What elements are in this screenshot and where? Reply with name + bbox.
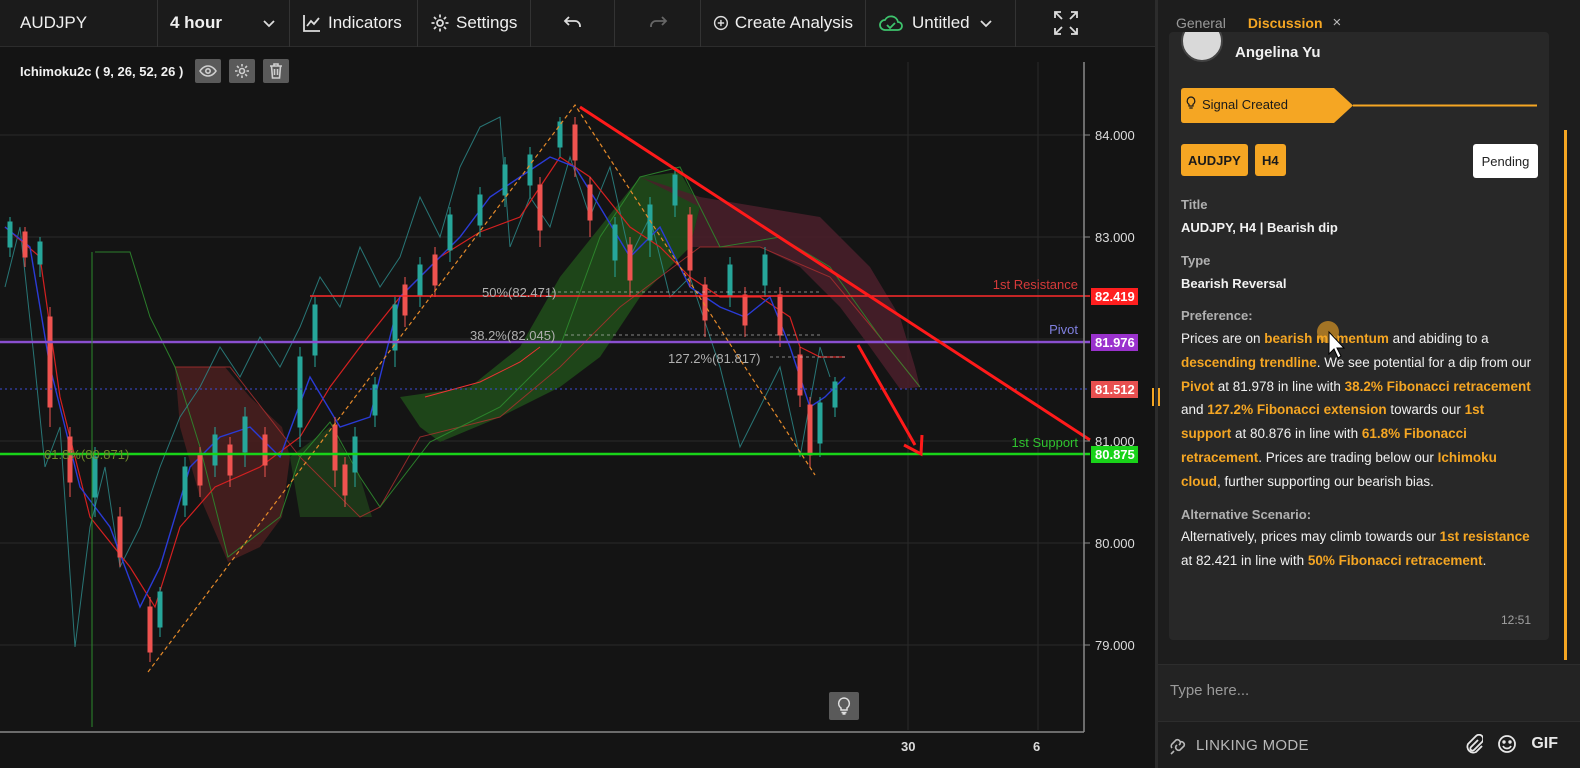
settings-button[interactable]: Settings: [418, 0, 531, 47]
resistance-price: 82.419: [1095, 289, 1135, 304]
message-input[interactable]: Type here...: [1158, 664, 1580, 722]
title-label: Title: [1181, 197, 1208, 212]
pivot-price: 81.976: [1095, 335, 1135, 350]
highlight-fib-1272[interactable]: 127.2% Fibonacci extension: [1207, 402, 1386, 417]
indicator-label: Ichimoku2c ( 9, 26, 52, 26 ): [20, 63, 184, 79]
link-icon[interactable]: [1168, 734, 1188, 756]
price-tick-79: 79.000: [1095, 638, 1135, 653]
resistance-label: 1st Resistance: [993, 277, 1078, 292]
highlight-pivot[interactable]: Pivot: [1181, 379, 1214, 394]
app-window: AUDJPY 4 hour Indicators Settings Create…: [0, 0, 1580, 768]
plus-circle-icon: [713, 15, 729, 31]
indicator-visibility-button[interactable]: [195, 59, 222, 83]
layout-name: Untitled: [912, 13, 970, 32]
highlight-fib-382[interactable]: 38.2% Fibonacci retracement: [1345, 379, 1531, 394]
indicators-label: Indicators: [328, 13, 402, 32]
panel-scrollbar[interactable]: [1564, 130, 1567, 660]
time-tick-6: 6: [1033, 739, 1040, 754]
price-axis-ticks: [1084, 134, 1090, 646]
pivot-label: Pivot: [1049, 322, 1078, 337]
symbol-label: AUDJPY: [20, 13, 88, 32]
undo-icon: [563, 16, 581, 27]
eye-icon: [199, 65, 218, 77]
preference-label: Preference:: [1181, 308, 1253, 323]
collapse-handle[interactable]: [1152, 388, 1160, 406]
signal-card: Angelina Yu Signal Created AUDJPY H4 Pen…: [1169, 32, 1549, 640]
gear-icon: [235, 64, 250, 78]
symbol-selector[interactable]: AUDJPY: [0, 0, 158, 47]
type-value: Bearish Reversal: [1181, 276, 1287, 291]
chevron-down-icon: [980, 20, 992, 28]
avatar[interactable]: [1181, 32, 1223, 62]
fib-382-label: 38.2%(82.045): [470, 328, 555, 343]
fib-50-label: 50%(82.471): [482, 285, 556, 300]
time-tick-30: 30: [901, 739, 915, 754]
status-badge: Pending: [1473, 144, 1538, 178]
create-analysis-label: Create Analysis: [734, 13, 853, 32]
chart-line-icon: [303, 15, 320, 32]
emoji-icon[interactable]: [1497, 734, 1517, 754]
support-label: 1st Support: [1012, 435, 1079, 450]
chevron-down-icon: [263, 20, 275, 28]
undo-button[interactable]: [531, 0, 615, 47]
author-name: Angelina Yu: [1235, 44, 1321, 61]
alternative-label: Alternative Scenario:: [1181, 507, 1312, 522]
linking-mode-label[interactable]: LINKING MODE: [1196, 737, 1309, 754]
create-analysis-button[interactable]: Create Analysis: [701, 0, 866, 47]
interval-dropdown[interactable]: 4 hour: [158, 0, 290, 47]
indicator-legend: Ichimoku2c ( 9, 26, 52, 26 ): [20, 59, 290, 83]
indicator-delete-button[interactable]: [263, 59, 290, 83]
composer-actions: GIF: [1465, 734, 1558, 754]
indicators-button[interactable]: Indicators: [290, 0, 418, 47]
chikou-span-line: [4, 116, 831, 648]
price-candles: [7, 117, 838, 662]
symbol-chip: AUDJPY: [1181, 144, 1248, 176]
highlight-fib-50[interactable]: 50% Fibonacci retracement: [1308, 553, 1483, 568]
mouse-cursor-icon: [1317, 321, 1345, 359]
highlight-1st-resistance[interactable]: 1st resistance: [1440, 529, 1530, 544]
title-value: AUDJPY, H4 | Bearish dip: [1181, 220, 1338, 235]
price-chart[interactable]: 1st Resistance Pivot 1st Support 50%(82.…: [0, 47, 1155, 768]
redo-button[interactable]: [615, 0, 701, 47]
fullscreen-button[interactable]: [1016, 0, 1115, 47]
redo-icon: [649, 16, 667, 27]
gif-button[interactable]: GIF: [1531, 735, 1558, 753]
message-timestamp: 12:51: [1501, 613, 1532, 627]
current-price: 81.512: [1095, 382, 1135, 397]
gear-icon: [431, 14, 449, 32]
type-label: Type: [1181, 253, 1211, 268]
tab-general[interactable]: General: [1176, 15, 1226, 31]
highlight-descending-trendline[interactable]: descending trendline: [1181, 355, 1317, 370]
price-tick-84: 84.000: [1095, 128, 1135, 143]
preference-text: Prices are on bearish momentum and abidi…: [1181, 331, 1532, 489]
price-tick-80: 80.000: [1095, 536, 1135, 551]
signal-created-label: Signal Created: [1202, 97, 1288, 112]
indicator-settings-button[interactable]: [229, 59, 256, 83]
close-icon[interactable]: ×: [1333, 14, 1342, 31]
alternative-text: Alternatively, prices may climb towards …: [1181, 529, 1530, 568]
chart-area[interactable]: 1st Resistance Pivot 1st Support 50%(82.…: [0, 47, 1155, 768]
bottom-bar: LINKING MODE GIF: [1158, 722, 1580, 768]
cloud-check-icon: [879, 15, 903, 31]
fib-1272-label: 127.2%(81.817): [668, 351, 761, 366]
settings-label: Settings: [456, 13, 518, 32]
layout-dropdown[interactable]: Untitled: [866, 0, 1016, 47]
support-price: 80.875: [1095, 447, 1135, 462]
tab-discussion[interactable]: Discussion: [1248, 15, 1323, 31]
price-tick-83: 83.000: [1095, 230, 1135, 245]
lightbulb-icon: [837, 697, 851, 715]
fib-618-label: 61.8%(80.871): [44, 447, 129, 462]
interval-label: 4 hour: [170, 13, 222, 32]
side-panel: General Discussion × Angelina Yu Signal …: [1152, 0, 1580, 768]
idea-button[interactable]: [829, 692, 859, 720]
timeframe-chip: H4: [1255, 144, 1286, 176]
trash-icon: [270, 63, 283, 79]
fullscreen-icon: [1053, 11, 1078, 35]
paperclip-icon[interactable]: [1465, 734, 1484, 754]
chart-toolbar: AUDJPY 4 hour Indicators Settings Create…: [0, 0, 1155, 47]
